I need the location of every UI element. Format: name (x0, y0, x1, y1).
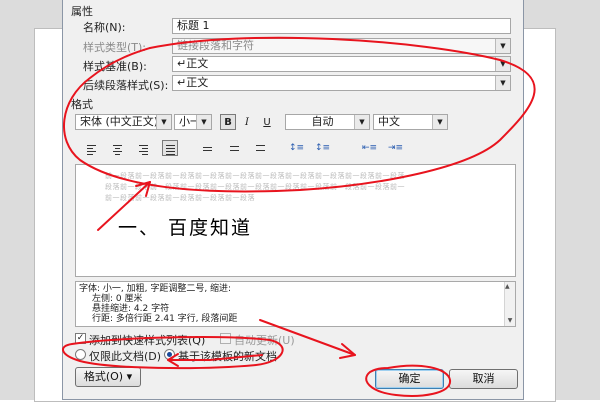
annotation-arrow-to-preview (97, 181, 151, 231)
tutorial-annotation-overlay (62, 36, 536, 397)
annotation-circle-style-settings (63, 36, 536, 193)
annotation-circle-ok (365, 364, 451, 397)
annotation-arrow-to-template (167, 354, 263, 361)
annotation-arrow-to-options (259, 319, 356, 356)
